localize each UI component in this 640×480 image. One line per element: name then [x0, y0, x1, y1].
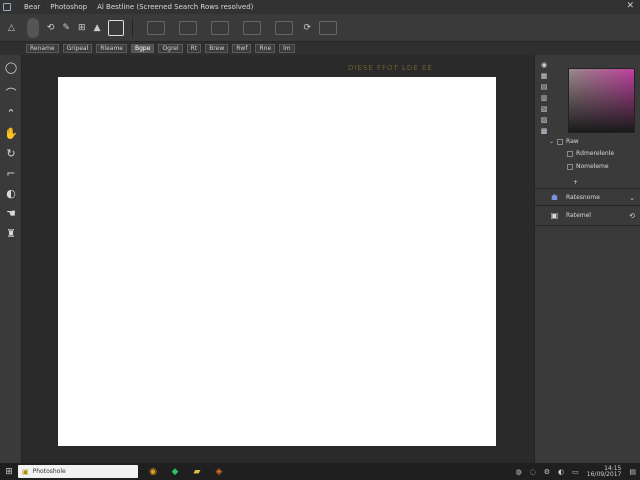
taskbar-search-text: Photoshole	[32, 468, 66, 475]
divider	[535, 225, 640, 226]
right-panel: ◉ ▦ ▤ ▥ ▧ ▨ ▩ ⌄ Raw Rdmerelenle Nomeleme…	[534, 55, 640, 463]
layer-options-icon[interactable]: ⟲	[629, 212, 635, 220]
taskbar: ⊞ ▣ Photoshole ◉ ◆ ▰ ◈ ◍ ◌ ⚙ ◐ ▭ 14:15 1…	[0, 463, 640, 480]
tab-ogrel[interactable]: Ogrel	[158, 44, 183, 53]
lasso-tool-icon[interactable]: ◯	[0, 57, 22, 77]
color-picker-field[interactable]	[568, 68, 635, 133]
divider	[535, 205, 640, 206]
layer-visibility-icon[interactable]: ⌄	[629, 194, 635, 202]
swatches-icon[interactable]: ▦	[538, 70, 550, 81]
search-icon: ▣	[22, 467, 29, 476]
option-button-4[interactable]	[243, 19, 262, 37]
chevron-down-icon[interactable]: ⌄	[549, 138, 554, 145]
mode-icon[interactable]: ⟲	[47, 19, 55, 37]
sub-item-label: Rdmerelenle	[576, 150, 615, 157]
checkbox[interactable]	[567, 150, 573, 157]
clock[interactable]: 14:15 16/09/2017	[586, 465, 622, 478]
window-title: Al Bestline (Screened Search Rows resolv…	[97, 3, 254, 11]
layer-row[interactable]: ☗ Ratesnome ⌄	[535, 190, 640, 205]
smudge-tool-icon[interactable]: ☚	[0, 203, 22, 223]
app-icon[interactable]: ◆	[164, 463, 186, 480]
airbrush-icon[interactable]: ✎	[62, 19, 70, 37]
brush-preset-icon[interactable]	[26, 17, 39, 38]
tool-options-icon[interactable]: ⊞	[78, 19, 86, 37]
option-button-2[interactable]	[179, 19, 198, 37]
close-icon[interactable]: ✕	[626, 1, 634, 11]
tab-brew[interactable]: Brew	[205, 44, 229, 53]
start-menu-icon[interactable]: ⊞	[0, 463, 18, 480]
checkbox[interactable]	[557, 138, 564, 145]
layer-name: Ratesnome	[566, 194, 600, 201]
properties-icon[interactable]: ▤	[538, 81, 550, 92]
tab-rne[interactable]: Rne	[255, 44, 276, 53]
chat-icon[interactable]: ◌	[530, 468, 536, 476]
panel-icon-column: ◉ ▦ ▤ ▥ ▧ ▨ ▩	[538, 59, 550, 136]
tools-panel: ◯ ⌒ ⌃ ✋ ↻ ⌐ ◐ ☚ ♜	[0, 55, 22, 463]
tab-lm[interactable]: lm	[279, 44, 295, 53]
folder-icon[interactable]: ▰	[186, 463, 208, 480]
document-canvas[interactable]	[58, 77, 496, 446]
option-button-6[interactable]	[319, 19, 338, 37]
rotate-tool-icon[interactable]: ↻	[0, 143, 22, 163]
browser-icon[interactable]: ◉	[142, 463, 164, 480]
hand-tool-icon[interactable]: ✋	[0, 123, 22, 143]
notifications-icon[interactable]: ▤	[629, 468, 636, 476]
option-button-5[interactable]	[275, 19, 294, 37]
libraries-icon[interactable]: ▩	[538, 125, 550, 136]
styles-icon[interactable]: ▧	[538, 103, 550, 114]
menu-bar: Bear Photoshop Al Bestline (Screened Sea…	[0, 0, 640, 14]
layer-name: Ratemel	[566, 212, 591, 219]
checkbox[interactable]	[567, 163, 573, 170]
taskbar-search-box[interactable]: ▣ Photoshole	[18, 465, 138, 478]
volume-icon[interactable]: ◐	[558, 468, 564, 476]
document-workspace: DIESE FFOT LDE EE	[23, 55, 533, 463]
app-icon-2[interactable]: ◈	[208, 463, 230, 480]
settings-icon[interactable]: ⟳	[303, 19, 311, 37]
pen-tool-icon[interactable]: ⌐	[0, 163, 22, 183]
tab-rt[interactable]: Rt	[186, 44, 202, 53]
tab-rleame[interactable]: Rleame	[96, 44, 127, 53]
divider	[535, 188, 640, 189]
app-logo-icon	[0, 0, 14, 14]
history-icon[interactable]: ▨	[538, 114, 550, 125]
menu-item-app[interactable]: Photoshop	[50, 3, 87, 11]
option-button-3[interactable]	[211, 19, 230, 37]
clock-date: 16/09/2017	[586, 470, 622, 478]
options-bar: △ ⟲ ✎ ⊞ ▲ ⟳	[0, 14, 640, 42]
tab-rwf[interactable]: Rwf	[232, 44, 252, 53]
divider	[132, 18, 134, 37]
curve-tool-icon[interactable]: ⌃	[0, 103, 22, 123]
photoshop-window: Bear Photoshop Al Bestline (Screened Sea…	[0, 0, 640, 480]
color-panel-icon[interactable]: ◉	[538, 59, 550, 70]
layer-row[interactable]: ▣ Ratemel ⟲	[535, 208, 640, 223]
add-icon[interactable]: +	[573, 179, 578, 186]
clone-tool-icon[interactable]: ♜	[0, 223, 22, 243]
layer-thumbnail-icon: ☗	[550, 193, 559, 202]
brush-tool-icon[interactable]: ⌒	[0, 83, 22, 103]
sub-item-row[interactable]: Rdmerelenle	[567, 150, 614, 157]
system-tray: ◍ ◌ ⚙ ◐ ▭ 14:15 16/09/2017 ▤	[508, 463, 636, 480]
sub-item-row[interactable]: Nomeleme	[567, 163, 609, 170]
tab-gripeal[interactable]: Gripeal	[62, 44, 93, 53]
document-tab-row: Rename Gripeal Rleame Bgpe Ogrel Rt Brew…	[0, 42, 640, 55]
settings-tray-icon[interactable]: ⚙	[544, 468, 550, 476]
canvas-header-text: DIESE FFOT LDE EE	[348, 64, 433, 72]
selection-mode-button[interactable]	[108, 19, 125, 37]
battery-icon[interactable]: ▭	[572, 468, 579, 476]
option-button-1[interactable]	[147, 19, 166, 37]
home-icon[interactable]: △	[8, 19, 15, 37]
sub-item-label: Nomeleme	[576, 163, 609, 170]
tab-bgpe[interactable]: Bgpe	[131, 44, 155, 53]
menu-item-file[interactable]: Bear	[24, 3, 40, 11]
network-icon[interactable]: ◍	[516, 468, 522, 476]
layer-group-label: Raw	[566, 138, 579, 145]
lock-icon[interactable]: ▲	[94, 19, 101, 37]
layer-thumbnail-icon: ▣	[550, 211, 559, 220]
adjustments-icon[interactable]: ▥	[538, 92, 550, 103]
layer-group-row[interactable]: ⌄ Raw	[549, 138, 579, 145]
tab-rename[interactable]: Rename	[26, 44, 59, 53]
dodge-tool-icon[interactable]: ◐	[0, 183, 22, 203]
